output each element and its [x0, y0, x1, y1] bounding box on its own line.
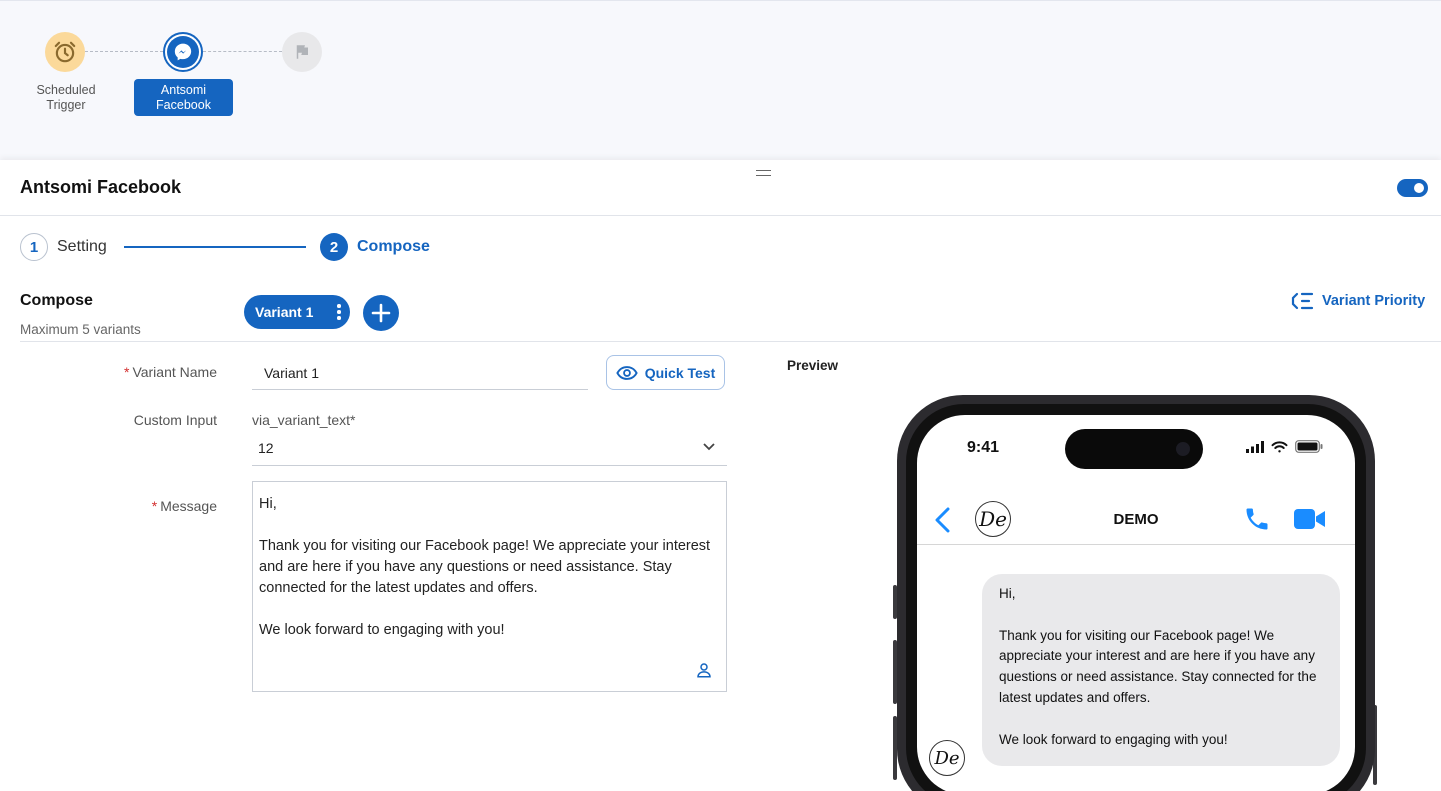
- bubble-line: [999, 605, 1323, 626]
- phone-call-icon[interactable]: [1243, 505, 1271, 533]
- message-line: [259, 599, 720, 620]
- toggle-knob: [1414, 183, 1424, 193]
- more-vertical-icon[interactable]: [337, 304, 341, 320]
- custom-input-key: via_variant_text*: [252, 412, 356, 428]
- variant-name-label: * Variant Name: [124, 364, 217, 380]
- message-label: * Message: [152, 498, 217, 514]
- plus-icon: [371, 303, 391, 323]
- label-text: Message: [160, 498, 217, 514]
- step-number: 2: [320, 233, 348, 261]
- node-connector: [85, 51, 163, 52]
- scheduled-trigger-node[interactable]: [45, 32, 85, 72]
- bubble-line: We look forward to engaging with you!: [999, 731, 1228, 747]
- node-label-scheduled-trigger[interactable]: Scheduled Trigger: [25, 83, 107, 113]
- panel-drag-handle[interactable]: [756, 170, 771, 176]
- message-line: We look forward to engaging with you!: [259, 622, 505, 638]
- label-text: Variant Name: [132, 364, 217, 380]
- custom-input-select[interactable]: 12: [252, 432, 727, 466]
- variant-tab-label: Variant 1: [255, 304, 314, 320]
- contact-name: DEMO: [1113, 511, 1159, 528]
- divider: [0, 215, 1441, 216]
- phone-screen: 9:41 De DEMO Hi, Thank you for visiting …: [917, 415, 1355, 791]
- message-line: Hi,: [259, 496, 277, 512]
- custom-input-label: Custom Input: [133, 412, 217, 428]
- end-node[interactable]: [282, 32, 322, 72]
- quick-test-label: Quick Test: [644, 364, 716, 381]
- chat-header: De DEMO: [917, 500, 1355, 545]
- preview-label: Preview: [787, 358, 839, 373]
- dynamic-island: [1065, 429, 1203, 469]
- messenger-icon: [174, 43, 192, 61]
- step-connector: [124, 246, 306, 248]
- battery-icon: [1295, 440, 1323, 453]
- step-setting[interactable]: 1 Setting: [20, 233, 107, 261]
- video-call-icon[interactable]: [1293, 507, 1327, 531]
- node-label-antsomi-facebook[interactable]: Antsomi Facebook: [134, 79, 233, 116]
- quick-test-button[interactable]: Quick Test: [606, 355, 725, 390]
- variant-priority-label: Variant Priority: [1322, 293, 1426, 309]
- phone-preview: 9:41 De DEMO Hi, Thank you for visiting …: [897, 395, 1375, 791]
- message-line: [259, 515, 720, 536]
- custom-input-value: 12: [258, 440, 274, 456]
- required-marker: *: [151, 498, 158, 514]
- panel-title: Antsomi Facebook: [20, 177, 182, 197]
- personalization-icon[interactable]: [695, 661, 713, 679]
- bubble-line: Thank you for visiting our Facebook page…: [999, 627, 1317, 705]
- workflow-canvas: Scheduled Trigger Antsomi Facebook: [0, 0, 1441, 160]
- message-bubble: Hi, Thank you for visiting our Facebook …: [982, 574, 1340, 767]
- wifi-icon: [1271, 440, 1288, 452]
- step-compose[interactable]: 2 Compose: [320, 233, 430, 261]
- message-line: Thank you for visiting our Facebook page…: [259, 538, 711, 596]
- phone-bezel: 9:41 De DEMO Hi, Thank you for visiting …: [906, 404, 1366, 791]
- compose-subtitle: Maximum 5 variants: [20, 322, 141, 337]
- bubble-line: [999, 709, 1323, 730]
- flag-icon: [296, 45, 308, 59]
- step-number: 1: [20, 233, 48, 261]
- step-label: Setting: [57, 238, 107, 255]
- sender-avatar: De: [929, 740, 965, 776]
- message-textarea[interactable]: Hi, Thank you for visiting our Facebook …: [252, 481, 727, 692]
- eye-icon: [616, 365, 638, 380]
- required-marker: *: [123, 364, 130, 380]
- variant-tab[interactable]: Variant 1: [244, 295, 350, 329]
- signal-icon: [1246, 440, 1264, 453]
- compose-title: Compose: [20, 292, 93, 309]
- bubble-line: Hi,: [999, 586, 1016, 601]
- variant-name-input[interactable]: Variant 1: [252, 355, 588, 390]
- camera: [1176, 442, 1190, 456]
- add-variant-button[interactable]: [363, 295, 399, 331]
- status-icons: [1239, 440, 1323, 453]
- node-icon-wrap: [167, 36, 199, 68]
- divider: [20, 341, 1441, 342]
- node-connector: [203, 51, 282, 52]
- alarm-clock-icon: [54, 41, 76, 63]
- node-enable-toggle[interactable]: [1397, 179, 1428, 197]
- step-label: Compose: [357, 238, 430, 255]
- chevron-down-icon: [703, 443, 715, 451]
- antsomi-facebook-node[interactable]: [163, 32, 203, 72]
- status-time: 9:41: [967, 439, 1000, 456]
- variant-priority-button[interactable]: Variant Priority: [1291, 292, 1425, 310]
- priority-list-icon: [1291, 292, 1314, 310]
